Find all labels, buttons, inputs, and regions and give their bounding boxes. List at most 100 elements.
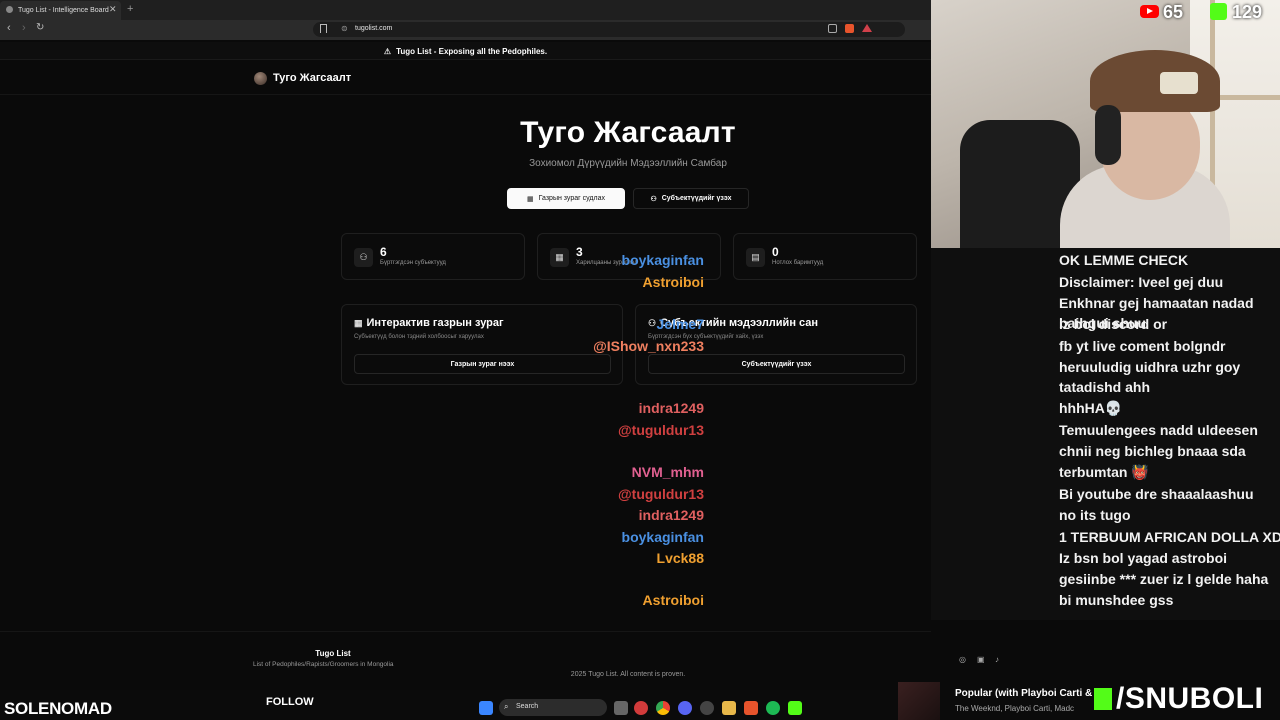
now-playing-title: Popular (with Playboi Carti & [955,688,1093,699]
chat-text: Bi youtube dre shaaalaashuu [1059,486,1254,502]
search-label: Search [516,703,539,710]
footer-copyright: 2025 Tugo List. All content is proven. [570,671,686,678]
stat-label: Нотлох баримтууд [772,260,824,266]
spotify-icon[interactable] [766,701,780,715]
chat-username: boykaginfan [621,529,704,545]
stat-card-evidence: ▤ 0 Нотлох баримтууд [733,233,917,280]
page-subtitle: Зохиомол Дүрүүдийн Мэдээллийн Самбар [529,158,727,169]
task-view-icon[interactable] [614,701,628,715]
card-title-text: Интерактив газрын зураг [366,317,504,329]
reload-icon[interactable]: ↻ [36,22,44,33]
tab-title: Tugo List - Intelligence Board [18,7,109,14]
brave-icon[interactable] [744,701,758,715]
taskbar-search[interactable]: ⌕ Search [499,699,607,716]
stat-value: 0 [772,245,779,259]
search-icon: ⌕ [504,702,509,711]
card-description: Субъектүүд болон тэдний холбоосыг харуул… [354,334,484,340]
chat-username: @tuguldur13 [618,422,704,438]
kick-viewer-count: 129 [1232,2,1263,22]
site-logo-text[interactable]: Туго Жагсаалт [273,72,351,84]
map-icon: ▦ [527,195,534,203]
chat-text: no its tugo [1059,507,1131,523]
card-title: ▦ Интерактив газрын зураг [354,317,504,329]
bookmark-icon[interactable] [320,24,327,33]
view-subjects-card-button[interactable]: Субъектүүдийг үзэх [648,354,905,374]
brave-shield-icon[interactable] [845,24,854,33]
youtube-viewer-count: 65 [1163,2,1184,22]
instagram-icon[interactable]: ◎ [959,655,966,664]
chat-username: @tuguldur13 [618,486,704,502]
chat-username: NVM_mhm [631,464,704,480]
chat-text: fb yt live coment bolgndr heruuludig uid… [1059,338,1241,395]
streamer-name: SOLENOMAD [4,699,112,718]
webcam-hat [1090,50,1220,112]
discord-taskbar-icon[interactable] [678,701,692,715]
chat-text: terbumtan 👹 [1059,464,1149,480]
chat-username: Astroiboi [642,592,704,608]
chat-text: OK LEMME CHECK [1059,252,1189,268]
explore-map-button[interactable]: ▦ Газрын зураг судлах [507,188,625,209]
view-subjects-label: Субъектүүдийг үзэх [661,195,732,202]
footer-divider [0,631,931,632]
chat-text: hhhHA💀 [1059,400,1123,416]
chrome-icon[interactable] [656,701,670,715]
chat-panel: boykaginfan OK LEMME CHECK Astroiboi Discl… [593,248,1280,620]
stat-value: 6 [380,245,387,259]
tiktok-icon[interactable]: ♪ [995,655,999,664]
site-info-icon[interactable]: ⊜ [341,24,348,33]
new-tab-icon[interactable]: + [127,3,133,15]
chat-username: boykaginfan [621,252,704,268]
explore-map-label: Газрын зураг судлах [538,195,605,202]
logo-avatar[interactable] [254,72,267,85]
discord-icon[interactable]: ▣ [977,655,985,664]
footer-description: List of Pedophiles/Rapists/Groomers in M… [253,661,394,668]
tab-strip [0,0,931,20]
tab-favicon-icon [6,6,13,13]
forward-icon[interactable]: › [22,22,26,34]
chat-text: Temuulengees nadd uldeesen chnii neg bic… [1059,422,1258,459]
kick-logo-icon [1094,688,1112,710]
warning-icon: ⚠ [383,47,392,56]
kick-app-icon[interactable] [788,701,802,715]
map-icon: ▦ [354,318,363,328]
follow-label: FOLLOW [266,696,314,708]
footer-brand: Tugo List [315,649,351,658]
rewards-icon[interactable] [862,24,872,32]
chat-username: Lvck88 [656,550,704,566]
chat-username: indra1249 [638,507,704,523]
address-bar[interactable] [313,22,905,37]
chat-username: Jelme7 [656,316,704,332]
webcam-headset [1095,105,1121,165]
youtube-icon [1140,5,1159,18]
tab-close-icon[interactable]: ✕ [109,4,117,15]
now-playing-artist: The Weeknd, Playboi Carti, Madc [955,704,1075,713]
browser-tab[interactable]: Tugo List - Intelligence Board [0,1,121,20]
open-map-button[interactable]: Газрын зураг нээх [354,354,611,374]
banner-text: Tugo List - Exposing all the Pedophiles. [396,47,548,56]
chat-username: @IShow_nxn233 [593,338,704,354]
navbar-divider [0,94,931,95]
stat-card-subjects: ⚇ 6 Бүртгэгдсэн субъектууд [341,233,525,280]
settings-icon[interactable] [700,701,714,715]
kick-icon [1210,3,1227,20]
view-subjects-button[interactable]: ⚇ Субъектүүдийг үзэх [633,188,749,209]
chat-text: bi munshdee gss [1059,592,1174,608]
hat-patch [1160,72,1198,94]
users-icon: ⚇ [648,318,657,328]
map-icon: ▦ [550,248,569,267]
map-card: ▦ Интерактив газрын зураг Субъектүүд боло… [341,304,623,385]
back-icon[interactable]: ‹ [7,22,11,34]
url-text[interactable]: tugolist.com [355,25,392,32]
folder-icon[interactable] [722,701,736,715]
users-icon: ⚇ [650,195,657,203]
opera-icon[interactable] [634,701,648,715]
windows-start-icon[interactable] [479,701,493,715]
kick-channel-brand: /SNUBOLI [1094,682,1263,716]
album-art [898,682,940,720]
share-icon[interactable] [828,24,837,33]
chat-username: Astroiboi [642,274,704,290]
file-icon: ▤ [746,248,765,267]
chat-text: 1 TERBUUM AFRICAN DOLLA XD [1059,529,1280,545]
channel-handle: /SNUBOLI [1116,682,1264,715]
stat-value: 3 [576,245,583,259]
